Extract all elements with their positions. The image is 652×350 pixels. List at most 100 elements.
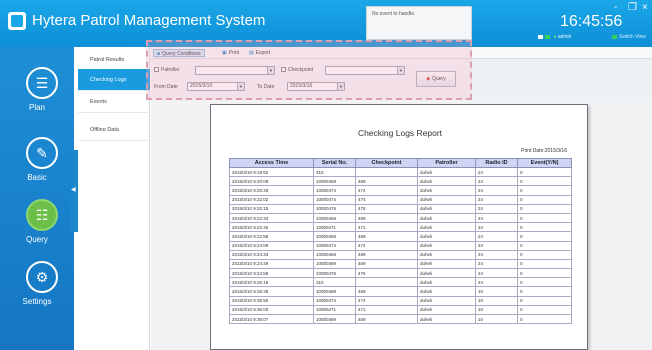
export-label: Export xyxy=(255,50,271,56)
checkpoint-select[interactable]: ▼ xyxy=(325,66,405,75)
table-cell: 476 xyxy=(355,268,418,279)
nav-item-settings[interactable]: ⚙ Settings xyxy=(0,255,74,325)
table-row: 2015/3/10 9:24:09 10000474 474 duheli 24 0 xyxy=(229,240,572,251)
table-cell xyxy=(355,277,418,288)
from-date-picker[interactable]: 2015/3/10 ▼ xyxy=(187,82,245,91)
table-cell: 24 xyxy=(475,258,518,270)
column-header: Checkpoint xyxy=(355,158,418,168)
table-cell: 10000476 xyxy=(313,203,356,214)
query-conditions-label: Query Conditions xyxy=(162,51,201,57)
table-cell: 0 xyxy=(517,231,572,242)
chevron-down-icon[interactable]: ▼ xyxy=(267,67,274,74)
table-cell: 0 xyxy=(517,240,572,251)
status-indicators: ● admin xyxy=(538,34,571,40)
table-cell: 10000474 xyxy=(313,185,356,196)
table-cell: 469 xyxy=(355,231,418,242)
column-header: Access Time xyxy=(229,158,314,168)
table-row: 2015/3/10 9:25:18 310 duheli 24 0 xyxy=(229,277,572,288)
export-button[interactable]: ▤ Export xyxy=(246,49,273,57)
table-cell: 24 xyxy=(475,240,518,251)
table-cell: 469 xyxy=(355,258,418,270)
print-button[interactable]: ▣ Print xyxy=(219,49,242,57)
chevron-down-icon[interactable]: ▼ xyxy=(237,83,244,90)
table-cell: 2015/3/10 9:19:52 xyxy=(229,166,314,178)
patroller-select[interactable]: ▼ xyxy=(195,66,275,75)
nav-item-plan[interactable]: ☰ Plan xyxy=(0,61,74,131)
to-date-picker[interactable]: 2015/3/16 ▼ xyxy=(287,82,345,91)
app-logo-icon xyxy=(8,12,26,30)
document-icon: ☰ xyxy=(26,67,58,99)
table-cell: 0 xyxy=(517,249,572,260)
collapse-panel-handle[interactable]: ◀ xyxy=(70,150,78,232)
table-cell: 469 xyxy=(355,286,418,297)
query-conditions-button[interactable]: ■ Query Conditions xyxy=(153,49,205,57)
sub-item-offline-data[interactable]: Offline Data xyxy=(78,119,150,141)
to-date-label: To Date xyxy=(257,84,275,90)
minimize-button[interactable]: - xyxy=(614,2,617,13)
table-cell: 2015/3/10 9:25:18 xyxy=(229,277,314,288)
from-date-value: 2015/3/10 xyxy=(190,83,213,89)
pen-icon: ✎ xyxy=(26,137,58,169)
nav-item-query[interactable]: ☷ Query xyxy=(0,193,74,263)
table-cell: 10000469 xyxy=(313,313,356,325)
table-cell: 10 xyxy=(475,304,518,316)
table-cell: duheli xyxy=(417,268,476,279)
filter-icon: ■ xyxy=(157,51,161,57)
table-cell: 10 xyxy=(475,286,518,297)
table-row: 2015/3/10 9:19:52 310 duheli 24 0 xyxy=(229,166,572,178)
table-cell: 24 xyxy=(475,166,518,178)
close-button[interactable]: × xyxy=(642,2,648,13)
table-cell: 2015/3/10 9:22:58 xyxy=(229,231,314,242)
table-cell: 2015/3/10 9:24:33 xyxy=(229,249,314,260)
switch-view-label: Switch View xyxy=(619,34,646,40)
query-button[interactable]: ◆ Query xyxy=(416,71,456,87)
table-cell: 310 xyxy=(313,166,356,178)
connection-status-icon xyxy=(545,34,550,39)
sub-item-checking-logs[interactable]: Checking Logs xyxy=(78,69,150,91)
table-cell: 471 xyxy=(355,304,418,316)
table-cell: 2015/3/10 9:36:00 xyxy=(229,304,314,316)
patroller-checkbox[interactable] xyxy=(154,67,159,73)
printer-icon: ▣ xyxy=(222,50,227,56)
table-cell: duheli xyxy=(417,304,476,316)
table-cell: 0 xyxy=(517,176,572,187)
patroller-checkbox-row[interactable]: Patroller xyxy=(154,67,180,73)
table-cell: duheli xyxy=(417,231,476,242)
table-row: 2015/3/10 9:22:15 10000476 476 duheli 24 0 xyxy=(229,203,572,214)
checkpoint-checkbox-row[interactable]: Checkpoint xyxy=(281,67,313,73)
chevron-down-icon[interactable]: ▼ xyxy=(397,67,404,74)
table-cell: 0 xyxy=(517,286,572,297)
table-cell: 469 xyxy=(355,176,418,187)
switch-view-button[interactable]: Switch View xyxy=(612,34,646,40)
sub-item-events[interactable]: Events xyxy=(78,91,150,113)
table-cell: duheli xyxy=(417,295,476,306)
chevron-down-icon[interactable]: ▼ xyxy=(337,83,344,90)
maximize-button[interactable]: ❐ xyxy=(628,2,637,13)
app-title: Hytera Patrol Management System xyxy=(32,12,266,29)
main-content: ■ Query Conditions ▣ Print ▤ Export Patroll… xyxy=(151,47,652,350)
table-row: 2015/3/10 9:22:33 10000469 469 duheli 24 0 xyxy=(229,212,572,224)
chevron-left-icon: ◀ xyxy=(71,187,76,193)
table-cell: 24 xyxy=(475,194,518,205)
table-cell: 10000469 xyxy=(313,231,356,242)
table-cell: 476 xyxy=(355,203,418,214)
table-cell: duheli xyxy=(417,194,476,205)
report-viewer[interactable]: Checking Logs Report Print Date:2015/3/1… xyxy=(151,99,652,350)
table-row: 2015/3/10 9:22:02 10000474 474 duheli 24 0 xyxy=(229,194,572,205)
table-cell: 2015/3/10 9:35:50 xyxy=(229,295,314,306)
nav-item-basic[interactable]: ✎ Basic xyxy=(0,131,74,201)
table-row: 2015/3/10 9:24:49 10000469 469 duheli 24 0 xyxy=(229,258,572,270)
sub-item-patrol-results[interactable]: Patrol Results xyxy=(78,49,150,71)
table-cell: 2015/3/10 9:20:08 xyxy=(229,176,314,187)
table-cell: 2015/3/10 9:24:09 xyxy=(229,240,314,251)
column-header: Radio ID xyxy=(475,158,518,168)
table-cell: duheli xyxy=(417,313,476,325)
event-notification-box[interactable]: No event to handle. xyxy=(366,6,472,40)
table-row: 2015/3/10 9:22:45 10000471 471 duheli 24 0 xyxy=(229,222,572,233)
checkpoint-checkbox[interactable] xyxy=(281,67,286,73)
table-row: 2015/3/10 9:36:00 10000471 471 duheli 10 0 xyxy=(229,304,572,316)
table-cell: 0 xyxy=(517,277,572,288)
nav-label-basic: Basic xyxy=(27,173,47,182)
table-cell: duheli xyxy=(417,212,476,224)
checking-logs-table: Access Time Serial No. Checkpoint Patroller… xyxy=(229,158,572,325)
